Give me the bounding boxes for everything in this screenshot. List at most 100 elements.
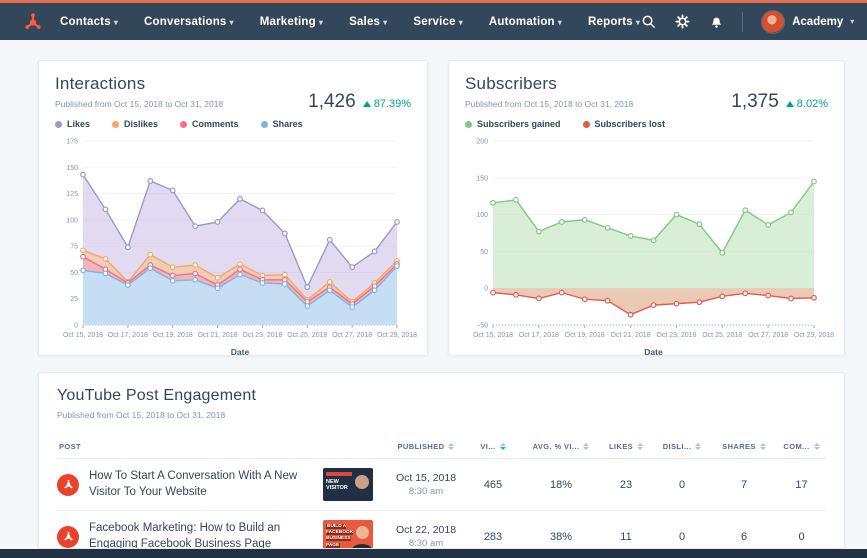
- nav-item-automation[interactable]: Automation ▾: [489, 16, 562, 28]
- chevron-down-icon: ▾: [850, 17, 855, 26]
- svg-text:Oct 15, 2018: Oct 15, 2018: [63, 332, 103, 339]
- avg-pct-viewed-cell: 18%: [549, 478, 573, 491]
- column-header-views[interactable]: VI...: [465, 442, 521, 451]
- views-cell: 283: [483, 530, 503, 543]
- sort-icon: [695, 443, 702, 450]
- legend-item-shares[interactable]: Shares: [260, 119, 303, 129]
- dislikes-dot-icon: [112, 120, 120, 128]
- svg-text:Oct 19, 2018: Oct 19, 2018: [565, 332, 605, 339]
- video-thumbnail: NEW VISITOR: [323, 468, 373, 501]
- hubspot-badge-icon: [57, 525, 79, 548]
- delta-up-icon: [362, 101, 371, 107]
- svg-text:Oct 21, 2018: Oct 21, 2018: [611, 332, 651, 339]
- settings-gear-icon[interactable]: [674, 14, 690, 30]
- likes-cell: 23: [619, 478, 633, 491]
- views-cell: 465: [483, 478, 503, 491]
- svg-text:200: 200: [476, 139, 488, 146]
- shares-dot-icon: [260, 120, 268, 128]
- top-navigation: Contacts ▾ Conversations ▾ Marketing ▾ Sale…: [0, 0, 867, 40]
- column-header-dislikes[interactable]: DISLI...: [651, 442, 713, 451]
- svg-text:Oct 29, 2018: Oct 29, 2018: [794, 332, 834, 339]
- nav-item-conversations[interactable]: Conversations ▾: [144, 16, 234, 28]
- dislikes-cell: 0: [678, 478, 686, 491]
- svg-text:Oct 23, 2018: Oct 23, 2018: [656, 332, 696, 339]
- sort-icon: [813, 443, 820, 450]
- engagement-table: POST PUBLISHED VI... AVG. % VI... LIKES …: [57, 436, 826, 549]
- column-header-avg-pct-viewed[interactable]: AVG. % VI...: [521, 442, 601, 451]
- svg-text:50: 50: [70, 270, 78, 277]
- avg-pct-viewed-cell: 38%: [549, 530, 573, 543]
- svg-text:Oct 29, 2018: Oct 29, 2018: [377, 332, 417, 339]
- column-header-shares[interactable]: SHARES: [713, 442, 775, 451]
- shares-cell: 6: [740, 530, 748, 543]
- account-menu[interactable]: Academy ▾: [761, 9, 855, 34]
- svg-text:125: 125: [66, 191, 78, 198]
- legend-item-likes[interactable]: Likes: [55, 119, 90, 129]
- chevron-down-icon: ▾: [557, 17, 563, 27]
- account-label: Academy: [792, 15, 844, 28]
- post-link[interactable]: Facebook Marketing: How to Build an Enga…: [89, 521, 313, 548]
- post-link[interactable]: How To Start A Conversation With A New V…: [89, 469, 313, 500]
- lost-dot-icon: [582, 120, 590, 128]
- engagement-title: YouTube Post Engagement: [57, 387, 257, 404]
- published-cell: Oct 15, 2018 8:30 am: [395, 472, 457, 497]
- interactions-total: 1,426: [308, 91, 356, 112]
- likes-cell: 11: [620, 530, 632, 543]
- subscribers-card: Subscribers Published from Oct 15, 2018 …: [448, 60, 845, 357]
- subscribers-delta: 8.02%: [796, 98, 828, 110]
- interactions-card: Interactions Published from Oct 15, 2018…: [38, 60, 428, 358]
- svg-text:Oct 21, 2018: Oct 21, 2018: [198, 332, 238, 339]
- column-header-published[interactable]: PUBLISHED: [387, 442, 465, 451]
- svg-text:50: 50: [480, 249, 488, 256]
- published-cell: Oct 22, 2018 8:30 am: [395, 524, 457, 549]
- table-row: How To Start A Conversation With A New V…: [57, 459, 826, 511]
- legend-item-dislikes[interactable]: Dislikes: [112, 119, 158, 129]
- chevron-down-icon: ▾: [458, 17, 463, 27]
- legend-item-subscribers-lost[interactable]: Subscribers lost: [582, 119, 665, 129]
- svg-text:100: 100: [66, 217, 78, 224]
- gained-dot-icon: [465, 120, 472, 128]
- svg-text:-50: -50: [478, 323, 488, 330]
- svg-text:Oct 27, 2018: Oct 27, 2018: [332, 332, 372, 339]
- likes-dot-icon: [55, 120, 62, 128]
- legend-item-comments[interactable]: Comments: [180, 119, 239, 129]
- sort-icon: [637, 443, 644, 450]
- svg-text:Oct 19, 2018: Oct 19, 2018: [153, 332, 193, 339]
- svg-text:Oct 15, 2018: Oct 15, 2018: [473, 332, 513, 339]
- column-header-post: POST: [59, 442, 82, 451]
- chevron-down-icon: ▾: [318, 17, 324, 27]
- sort-icon-active: [499, 443, 506, 450]
- notifications-bell-icon[interactable]: [708, 14, 724, 30]
- nav-item-marketing[interactable]: Marketing ▾: [260, 16, 323, 28]
- nav-item-contacts[interactable]: Contacts ▾: [60, 16, 118, 28]
- column-header-comments[interactable]: COM...: [775, 442, 828, 451]
- engagement-subtitle: Published from Oct 15, 2018 to Oct 31, 2…: [57, 410, 226, 420]
- window-bottom-edge: [0, 549, 867, 558]
- svg-text:Oct 25, 2018: Oct 25, 2018: [702, 332, 742, 339]
- svg-text:Oct 23, 2018: Oct 23, 2018: [242, 332, 282, 339]
- svg-text:Oct 27, 2018: Oct 27, 2018: [748, 332, 788, 339]
- dislikes-cell: 0: [678, 530, 686, 543]
- nav-item-service[interactable]: Service ▾: [413, 16, 463, 28]
- video-thumbnail: BUILD A FACEBOOK BUSINESS PAGE: [323, 520, 373, 548]
- nav-item-sales[interactable]: Sales ▾: [349, 16, 387, 28]
- svg-text:Oct 17, 2018: Oct 17, 2018: [519, 332, 559, 339]
- column-header-likes[interactable]: LIKES: [601, 442, 651, 451]
- search-icon[interactable]: [640, 14, 656, 30]
- interactions-chart: 0 25 50 75 100 125 150 175 Oct 15, 2018 Oct 17, 2…: [63, 139, 417, 358]
- comments-cell: 0: [798, 530, 805, 543]
- subscribers-metric: 1,375 8.02%: [731, 91, 828, 113]
- nav-item-reports[interactable]: Reports ▾: [588, 16, 640, 28]
- shares-cell: 7: [740, 478, 748, 491]
- legend-item-subscribers-gained[interactable]: Subscribers gained: [465, 119, 561, 129]
- svg-text:Oct 25, 2018: Oct 25, 2018: [287, 332, 327, 339]
- svg-text:Oct 17, 2018: Oct 17, 2018: [108, 332, 148, 339]
- interactions-metric: 1,426 87.39%: [308, 91, 411, 113]
- table-row: Facebook Marketing: How to Build an Enga…: [57, 511, 826, 549]
- table-header-row: POST PUBLISHED VI... AVG. % VI... LIKES …: [57, 436, 826, 459]
- hubspot-badge-icon: [57, 473, 79, 496]
- interactions-legend: Likes Dislikes Comments Shares: [55, 119, 411, 129]
- nav-menu: Contacts ▾ Conversations ▾ Marketing ▾ Sale…: [60, 16, 640, 28]
- sort-icon: [759, 443, 766, 450]
- hubspot-logo-icon[interactable]: [22, 11, 44, 33]
